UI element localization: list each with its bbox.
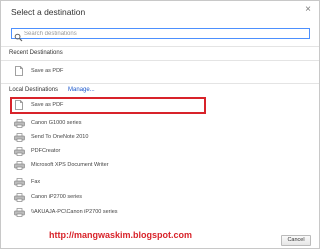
search-input[interactable] bbox=[24, 29, 304, 38]
printer-icon bbox=[13, 132, 25, 142]
printer-icon bbox=[13, 207, 25, 217]
printer-icon bbox=[13, 118, 25, 128]
destination-label: Fax bbox=[31, 179, 41, 185]
destination-fax[interactable]: Fax bbox=[13, 176, 203, 188]
close-icon[interactable]: × bbox=[305, 5, 311, 15]
destination-label: Canon iP2700 series bbox=[31, 194, 83, 200]
destination-canon-ip2700[interactable]: Canon iP2700 series bbox=[13, 191, 203, 203]
local-destinations-label: Local Destinations bbox=[9, 87, 59, 93]
recent-destinations-heading: Recent Destinations bbox=[9, 50, 63, 56]
printer-icon bbox=[13, 146, 25, 156]
search-box[interactable] bbox=[11, 28, 310, 42]
select-destination-dialog: Select a destination × Recent Destinatio… bbox=[0, 0, 320, 249]
document-icon bbox=[13, 66, 25, 76]
destination-pdfcreator[interactable]: PDFCreator bbox=[13, 145, 203, 157]
cancel-button[interactable]: Cancel bbox=[281, 235, 311, 246]
destination-label: Canon G1000 series bbox=[31, 120, 82, 126]
destination-label: PDFCreator bbox=[31, 148, 61, 154]
destination-canon-g1000[interactable]: Canon G1000 series bbox=[13, 117, 203, 129]
divider bbox=[1, 46, 319, 47]
local-destinations-heading: Local Destinations Manage... bbox=[9, 87, 95, 93]
search-icon bbox=[14, 29, 23, 47]
printer-icon bbox=[13, 177, 25, 187]
printer-icon bbox=[13, 160, 25, 170]
printer-icon bbox=[13, 192, 25, 202]
destination-label: \\AKUAJA-PC\Canon iP2700 series bbox=[31, 209, 118, 215]
watermark-url: http://mangwaskim.blogspot.com bbox=[49, 230, 193, 240]
destination-send-to-onenote[interactable]: Send To OneNote 2010 bbox=[13, 131, 203, 143]
destination-network-canon-ip2700[interactable]: \\AKUAJA-PC\Canon iP2700 series bbox=[13, 206, 203, 218]
destination-label: Send To OneNote 2010 bbox=[31, 134, 89, 140]
destination-label: Microsoft XPS Document Writer bbox=[31, 162, 109, 168]
recent-item-label: Save as PDF bbox=[31, 68, 64, 74]
recent-item-save-as-pdf[interactable]: Save as PDF bbox=[13, 65, 203, 77]
highlight-box bbox=[10, 97, 206, 114]
destination-xps-writer[interactable]: Microsoft XPS Document Writer bbox=[13, 159, 203, 171]
divider bbox=[1, 60, 319, 61]
dialog-title: Select a destination bbox=[11, 7, 86, 17]
divider bbox=[1, 83, 319, 84]
manage-link[interactable]: Manage... bbox=[68, 87, 95, 93]
